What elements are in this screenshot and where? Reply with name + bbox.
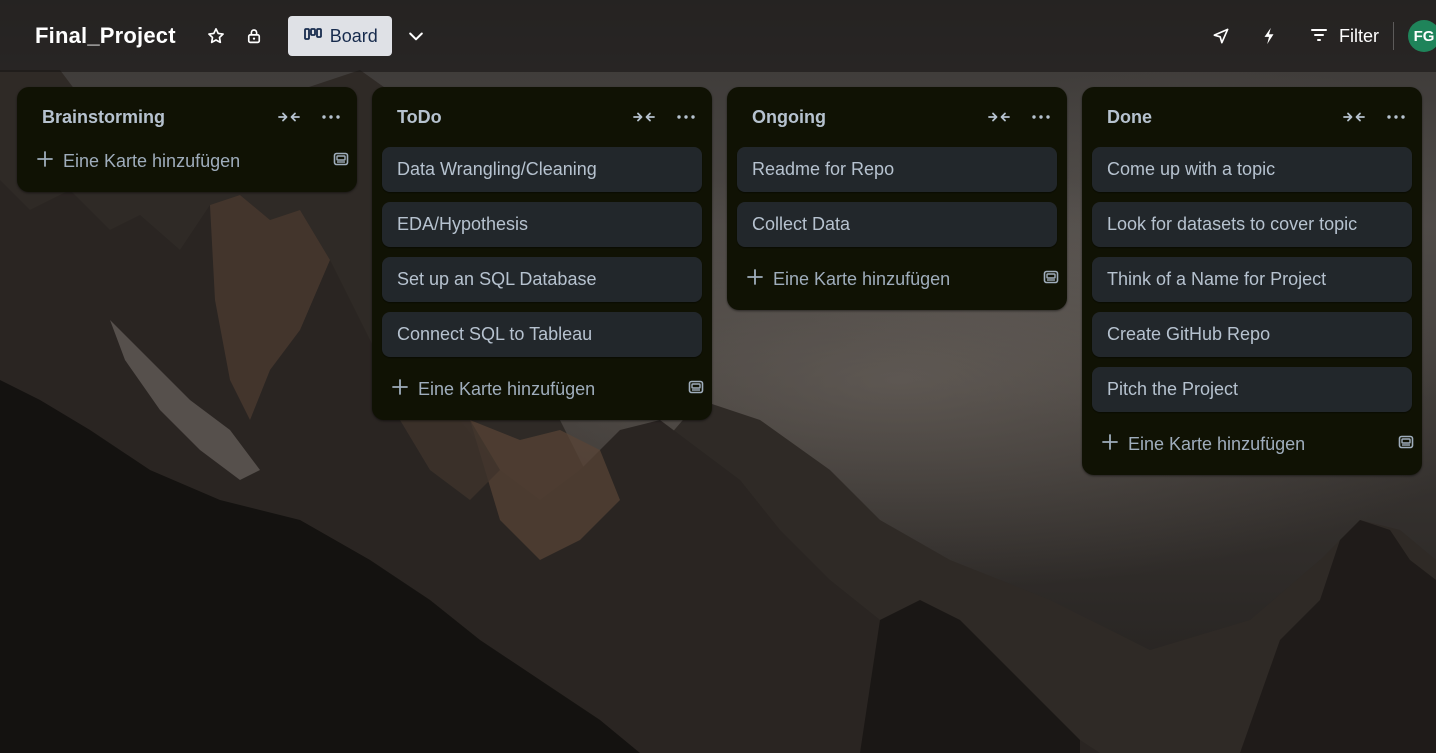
filter-label: Filter	[1339, 25, 1379, 46]
filter-icon	[1311, 26, 1327, 47]
lock-icon[interactable]	[238, 20, 270, 52]
board-view-label: Board	[329, 25, 378, 46]
card[interactable]: Connect SQL to Tableau	[382, 312, 702, 357]
plus-icon	[1102, 434, 1118, 455]
header-divider	[1393, 22, 1394, 50]
collapse-icon[interactable]	[1342, 105, 1366, 129]
list-title[interactable]: Done	[1107, 107, 1342, 128]
plus-icon	[747, 269, 763, 290]
card-list: Come up with a topic Look for datasets to…	[1082, 147, 1422, 412]
board-icon	[303, 26, 322, 47]
list-done: Done Come up with a topic Look for dataset…	[1082, 87, 1422, 475]
card[interactable]: Look for datasets to cover topic	[1092, 202, 1412, 247]
plus-icon	[37, 151, 53, 172]
card-template-icon[interactable]	[1398, 434, 1414, 455]
header-actions: Filter FG	[1205, 0, 1436, 72]
list-header: ToDo	[372, 87, 712, 147]
list-header: Done	[1082, 87, 1422, 147]
add-card-label: Eine Karte hinzufügen	[418, 379, 596, 399]
card[interactable]: Data Wrangling/Cleaning	[382, 147, 702, 192]
add-card-button[interactable]: Eine Karte hinzufügen	[372, 367, 712, 412]
list-header-buttons	[632, 105, 698, 129]
card[interactable]: Create GitHub Repo	[1092, 312, 1412, 357]
card-template-icon[interactable]	[1043, 269, 1059, 290]
board-title[interactable]: Final_Project	[35, 23, 176, 49]
list-header-buttons	[277, 105, 343, 129]
card[interactable]: Think of a Name for Project	[1092, 257, 1412, 302]
list-ongoing: Ongoing Readme for Repo Collect Data Eine K…	[727, 87, 1067, 310]
lightning-icon[interactable]	[1253, 20, 1285, 52]
more-icon[interactable]	[674, 105, 698, 129]
add-card-button[interactable]: Eine Karte hinzufügen	[727, 257, 1067, 302]
card[interactable]: Collect Data	[737, 202, 1057, 247]
more-icon[interactable]	[319, 105, 343, 129]
list-title[interactable]: ToDo	[397, 107, 632, 128]
card[interactable]: Come up with a topic	[1092, 147, 1412, 192]
list-title[interactable]: Ongoing	[752, 107, 987, 128]
list-header-buttons	[987, 105, 1053, 129]
card[interactable]: Pitch the Project	[1092, 367, 1412, 412]
list-header: Brainstorming	[17, 87, 357, 147]
plus-icon	[392, 379, 408, 400]
board-header: Final_Project Board Filter FG	[0, 0, 1436, 72]
filter-button[interactable]: Filter	[1311, 26, 1379, 47]
card[interactable]: EDA/Hypothesis	[382, 202, 702, 247]
avatar[interactable]: FG	[1408, 20, 1436, 52]
list-header: Ongoing	[727, 87, 1067, 147]
collapse-icon[interactable]	[277, 105, 301, 129]
list-header-buttons	[1342, 105, 1408, 129]
collapse-icon[interactable]	[632, 105, 656, 129]
list-title[interactable]: Brainstorming	[42, 107, 277, 128]
chevron-down-icon[interactable]	[400, 20, 432, 52]
list-todo: ToDo Data Wrangling/Cleaning EDA/Hypothesi…	[372, 87, 712, 420]
card[interactable]: Readme for Repo	[737, 147, 1057, 192]
more-icon[interactable]	[1029, 105, 1053, 129]
card-list: Data Wrangling/Cleaning EDA/Hypothesis Set…	[372, 147, 712, 357]
add-card-button[interactable]: Eine Karte hinzufügen	[1082, 422, 1422, 467]
list-brainstorming: Brainstorming Eine Karte hinzufügen	[17, 87, 357, 192]
add-card-label: Eine Karte hinzufügen	[773, 269, 951, 289]
add-card-label: Eine Karte hinzufügen	[1128, 434, 1306, 454]
card-template-icon[interactable]	[688, 379, 704, 400]
rocket-icon[interactable]	[1205, 20, 1237, 52]
board-view-button[interactable]: Board	[287, 16, 392, 56]
add-card-label: Eine Karte hinzufügen	[63, 151, 241, 171]
card-list: Readme for Repo Collect Data	[727, 147, 1067, 247]
card[interactable]: Set up an SQL Database	[382, 257, 702, 302]
star-icon[interactable]	[200, 20, 232, 52]
more-icon[interactable]	[1384, 105, 1408, 129]
card-template-icon[interactable]	[333, 151, 349, 172]
collapse-icon[interactable]	[987, 105, 1011, 129]
avatar-initials: FG	[1413, 27, 1435, 45]
